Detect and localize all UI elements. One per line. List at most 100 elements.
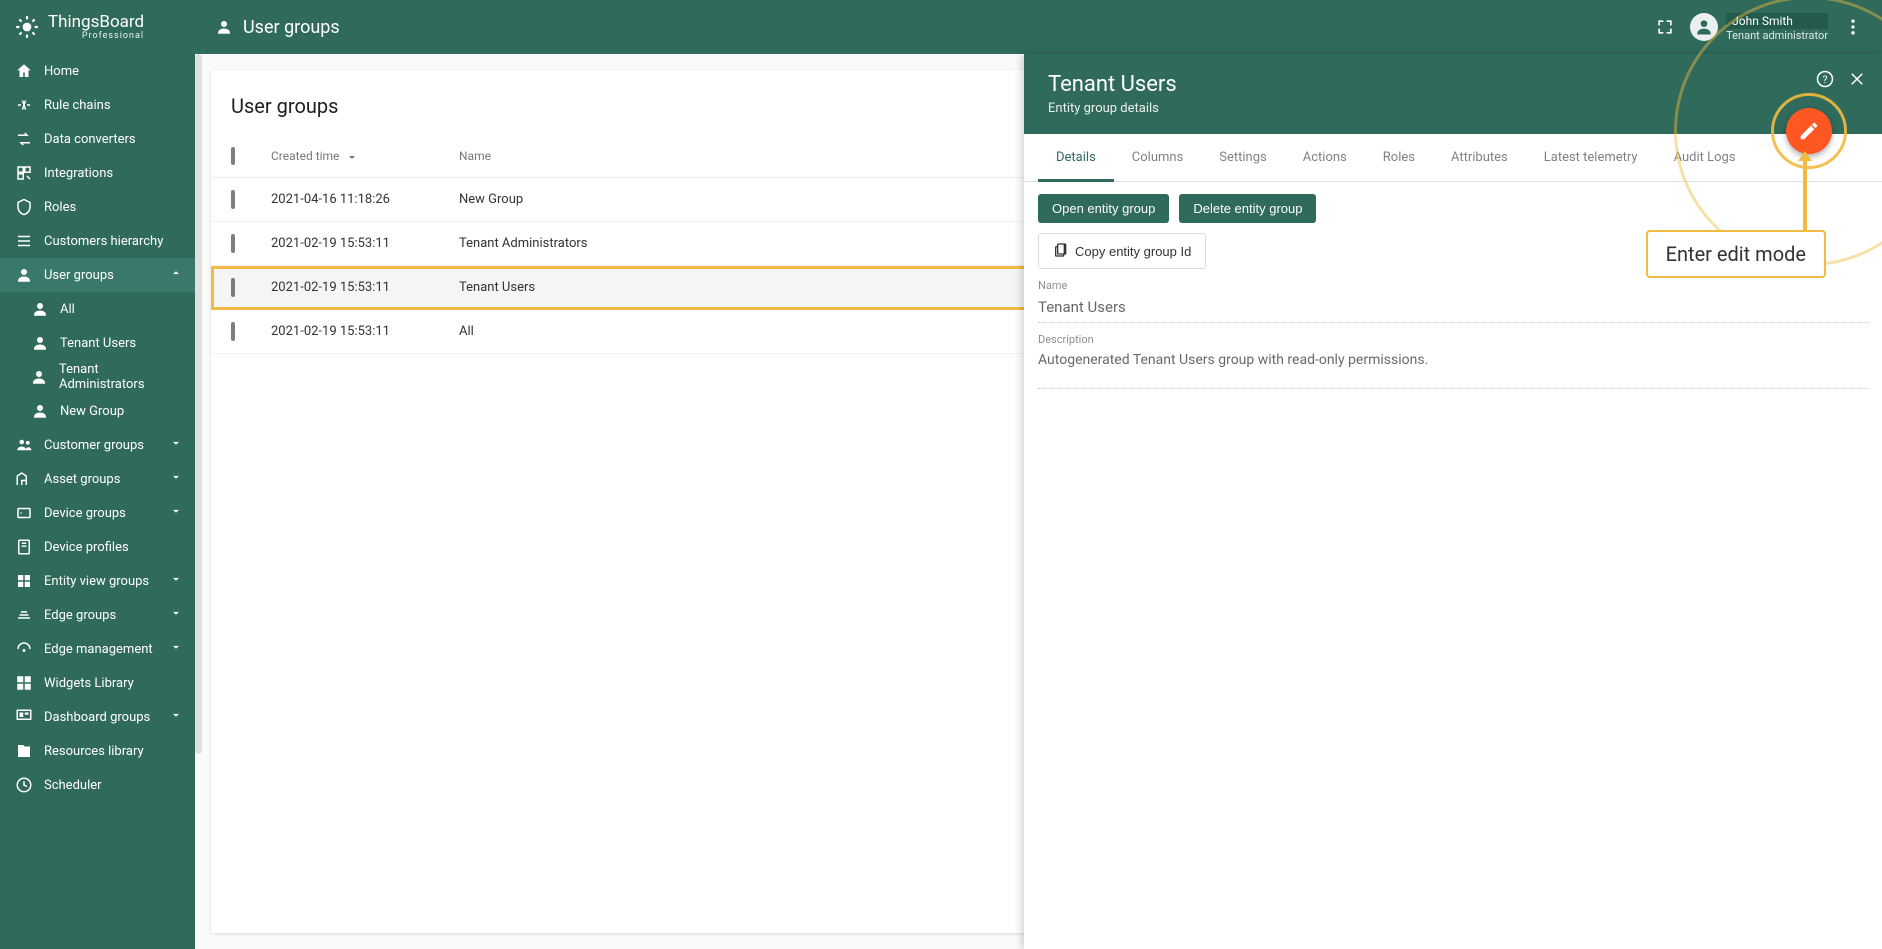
nav: Home Rule chains Data converters Integratio… [0, 54, 195, 802]
callout: Enter edit mode [1646, 230, 1826, 278]
sidebar: ThingsBoard Professional Home Rule chains… [0, 0, 195, 949]
sidebar-item-home[interactable]: Home [0, 54, 195, 88]
chevron-down-icon [169, 640, 183, 658]
sidebar-item-dashboard-groups[interactable]: Dashboard groups [0, 700, 195, 734]
chevron-down-icon [169, 436, 183, 454]
sidebar-item-widgets-library[interactable]: Widgets Library [0, 666, 195, 700]
sidebar-item-new-group[interactable]: New Group [0, 394, 195, 428]
sidebar-item-label: Customer groups [44, 438, 144, 453]
sidebar-item-label: User groups [44, 268, 114, 283]
sidebar-item-label: Widgets Library [44, 676, 134, 691]
sidebar-item-resources-library[interactable]: Resources library [0, 734, 195, 768]
chevron-up-icon [169, 266, 183, 284]
hierarchy-icon [14, 231, 34, 251]
select-all-checkbox[interactable] [231, 147, 235, 165]
breadcrumb: User groups [213, 16, 340, 38]
name-value: Tenant Users [1038, 294, 1868, 323]
sidebar-item-label: Tenant Users [60, 336, 136, 351]
tab-latest-telemetry[interactable]: Latest telemetry [1526, 134, 1656, 181]
copy-entity-group-id-button[interactable]: Copy entity group Id [1038, 233, 1206, 269]
tab-actions[interactable]: Actions [1285, 134, 1365, 181]
account-icon [30, 367, 49, 387]
description-value: Autogenerated Tenant Users group with re… [1038, 348, 1868, 389]
sidebar-item-edge-management[interactable]: Edge management [0, 632, 195, 666]
sidebar-item-all[interactable]: All [0, 292, 195, 326]
sidebar-item-label: Edge management [44, 642, 153, 657]
chevron-down-icon [169, 606, 183, 624]
sidebar-item-device-groups[interactable]: Device groups [0, 496, 195, 530]
sidebar-item-entity-view-groups[interactable]: Entity view groups [0, 564, 195, 598]
sort-desc-icon [342, 149, 358, 163]
deviceprofiles-icon [14, 537, 34, 557]
roles-icon [14, 197, 34, 217]
resources-icon [14, 741, 34, 761]
sidebar-item-label: Tenant Administrators [59, 362, 181, 392]
sidebar-item-label: Home [44, 64, 79, 79]
tab-roles[interactable]: Roles [1365, 134, 1433, 181]
sidebar-item-label: Integrations [44, 166, 113, 181]
logo-text: ThingsBoard [48, 14, 144, 31]
row-time: 2021-02-19 15:53:11 [271, 280, 459, 295]
sidebar-item-customer-groups[interactable]: Customer groups [0, 428, 195, 462]
sidebar-item-tenant-users[interactable]: Tenant Users [0, 326, 195, 360]
col-created-time[interactable]: Created time [271, 149, 459, 163]
sidebar-item-label: Resources library [44, 744, 144, 759]
chevron-down-icon [169, 470, 183, 488]
sidebar-item-integrations[interactable]: Integrations [0, 156, 195, 190]
edgemgmt-icon [14, 639, 34, 659]
row-checkbox[interactable] [231, 278, 235, 297]
sidebar-item-label: Device profiles [44, 540, 129, 555]
widgets-icon [14, 673, 34, 693]
tab-details[interactable]: Details [1038, 134, 1114, 181]
edit-button[interactable] [1786, 108, 1832, 154]
integrations-icon [14, 163, 34, 183]
devicegroups-icon [14, 503, 34, 523]
description-label: Description [1038, 333, 1868, 346]
chevron-down-icon [169, 572, 183, 590]
sidebar-item-label: New Group [60, 404, 124, 419]
open-entity-group-button[interactable]: Open entity group [1038, 194, 1169, 223]
sidebar-item-device-profiles[interactable]: Device profiles [0, 530, 195, 564]
fullscreen-icon[interactable] [1654, 16, 1676, 38]
sidebar-item-rule-chains[interactable]: Rule chains [0, 88, 195, 122]
row-checkbox[interactable] [231, 322, 235, 341]
tab-columns[interactable]: Columns [1114, 134, 1202, 181]
sidebar-item-edge-groups[interactable]: Edge groups [0, 598, 195, 632]
customergroups-icon [14, 435, 34, 455]
sidebar-item-label: Asset groups [44, 472, 120, 487]
rulechains-icon [14, 95, 34, 115]
sidebar-item-asset-groups[interactable]: Asset groups [0, 462, 195, 496]
breadcrumb-label: User groups [243, 17, 340, 38]
dashboards-icon [14, 707, 34, 727]
sidebar-item-label: Edge groups [44, 608, 116, 623]
chevron-down-icon [169, 708, 183, 726]
delete-entity-group-button[interactable]: Delete entity group [1179, 194, 1316, 223]
row-time: 2021-02-19 15:53:11 [271, 324, 459, 339]
sidebar-item-roles[interactable]: Roles [0, 190, 195, 224]
converters-icon [14, 129, 34, 149]
header: User groups John Smith Tenant administra… [195, 0, 1882, 54]
logo-icon [14, 14, 40, 40]
sidebar-item-label: Device groups [44, 506, 126, 521]
home-icon [14, 61, 34, 81]
row-time: 2021-02-19 15:53:11 [271, 236, 459, 251]
sidebar-item-data-converters[interactable]: Data converters [0, 122, 195, 156]
logo[interactable]: ThingsBoard Professional [0, 0, 195, 54]
sidebar-item-label: Dashboard groups [44, 710, 150, 725]
chevron-down-icon [169, 504, 183, 522]
sidebar-item-label: All [60, 302, 75, 317]
row-checkbox[interactable] [231, 190, 235, 209]
sidebar-item-tenant-administrators[interactable]: Tenant Administrators [0, 360, 195, 394]
sidebar-item-label: Data converters [44, 132, 136, 147]
sidebar-item-customers-hierarchy[interactable]: Customers hierarchy [0, 224, 195, 258]
sidebar-item-user-groups[interactable]: User groups [0, 258, 195, 292]
sidebar-item-label: Scheduler [44, 778, 102, 793]
scheduler-icon [14, 775, 34, 795]
name-label: Name [1038, 279, 1868, 292]
clipboard-icon [1053, 242, 1069, 260]
tab-settings[interactable]: Settings [1201, 134, 1284, 181]
tab-attributes[interactable]: Attributes [1433, 134, 1526, 181]
sidebar-item-label: Rule chains [44, 98, 111, 113]
sidebar-item-scheduler[interactable]: Scheduler [0, 768, 195, 802]
row-checkbox[interactable] [231, 234, 235, 253]
